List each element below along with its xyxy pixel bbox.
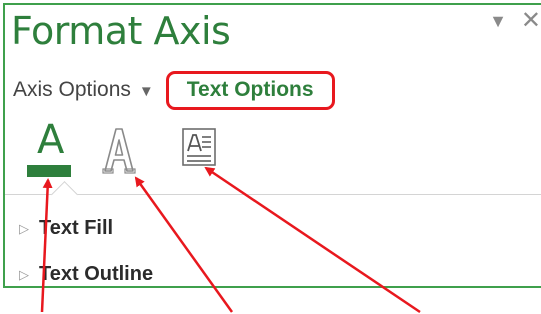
section-text-fill[interactable]: ▷ Text Fill	[19, 217, 113, 240]
text-fill-glyph: A	[37, 117, 65, 163]
selected-tab-notch	[51, 181, 78, 208]
divider	[5, 194, 541, 195]
section-text-fill-label: Text Fill	[39, 217, 114, 239]
fill-color-bar	[27, 165, 71, 177]
text-options-icon-tabs: A	[15, 117, 255, 181]
section-text-outline-label: Text Outline	[39, 263, 154, 285]
close-icon[interactable]: ✕	[521, 9, 541, 33]
tab-text-options[interactable]: Text Options	[165, 70, 335, 110]
triangle-down-icon[interactable]: ▼	[489, 12, 507, 30]
tab-axis-options[interactable]: Axis Options ▼	[13, 78, 154, 102]
pane-controls: ▼ ✕	[489, 9, 541, 33]
textbox-icon[interactable]	[181, 127, 217, 169]
pane-title: Format Axis	[11, 9, 231, 53]
text-fill-icon[interactable]: A	[23, 117, 75, 181]
text-outline-icon[interactable]	[99, 125, 139, 175]
expand-triangle-icon: ▷	[19, 220, 29, 236]
expand-triangle-icon: ▷	[19, 266, 29, 282]
tab-axis-options-label: Axis Options	[13, 78, 131, 101]
chevron-down-icon[interactable]: ▼	[139, 83, 154, 100]
section-text-outline[interactable]: ▷ Text Outline	[19, 263, 153, 286]
options-tab-row: Axis Options ▼ Text Options	[13, 70, 335, 110]
format-axis-pane: Format Axis ▼ ✕ Axis Options ▼ Text Opti…	[3, 3, 541, 288]
